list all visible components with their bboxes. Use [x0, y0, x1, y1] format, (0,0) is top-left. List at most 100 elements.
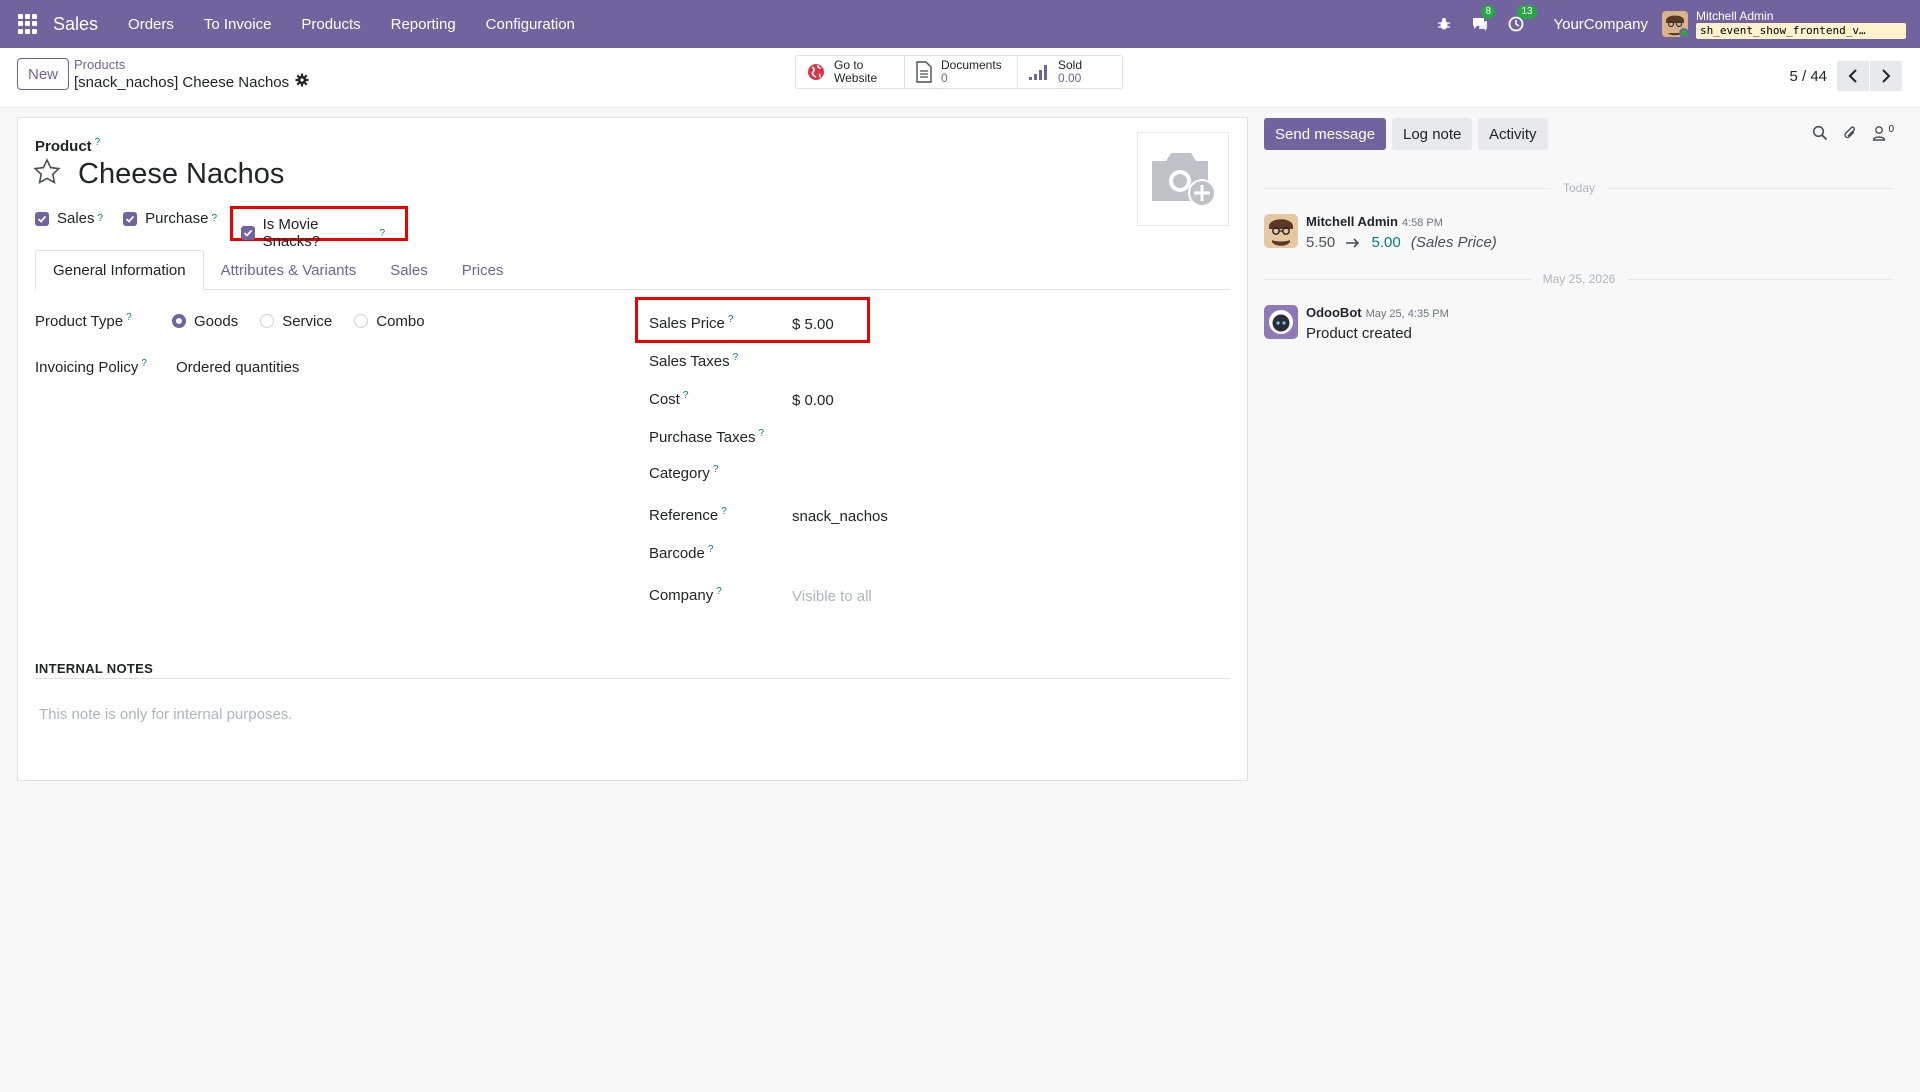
tab-general-information[interactable]: General Information — [35, 250, 204, 291]
chevron-left-icon — [1848, 69, 1857, 83]
pager-value[interactable]: 5 / 44 — [1789, 68, 1827, 85]
go-to-website-button[interactable]: Go to Website — [796, 56, 905, 88]
breadcrumb-products-link[interactable]: Products — [74, 56, 309, 73]
help-tooltip-icon[interactable]: ? — [721, 506, 727, 517]
app-name[interactable]: Sales — [53, 14, 98, 35]
message-header: OdooBot May 25, 4:35 PM — [1306, 305, 1449, 320]
product-name-field[interactable]: Cheese Nachos — [78, 158, 284, 191]
message-body: Product created — [1306, 325, 1412, 342]
odoobot-avatar[interactable] — [1264, 305, 1298, 339]
reference-input[interactable]: snack_nachos — [792, 508, 888, 525]
sold-button[interactable]: Sold 0.00 — [1018, 56, 1122, 88]
invoicing-policy-field: Invoicing Policy? Ordered quantities — [35, 358, 299, 376]
help-tooltip-icon[interactable]: ? — [683, 390, 689, 401]
message-time: May 25, 4:35 PM — [1365, 308, 1449, 320]
cost-input[interactable]: $ 0.00 — [792, 392, 834, 409]
help-tooltip-icon[interactable]: ? — [126, 312, 132, 323]
chatter-tools: 0 — [1798, 124, 1894, 141]
company-switcher[interactable]: YourCompany — [1553, 16, 1648, 33]
category-input[interactable] — [792, 464, 992, 482]
radio-unselected-icon — [260, 314, 275, 328]
help-tooltip-icon[interactable]: ? — [733, 352, 739, 363]
radio-goods[interactable]: Goods — [172, 313, 238, 330]
checkbox-checked-icon — [123, 211, 138, 226]
product-label: Product? — [35, 137, 100, 155]
help-tooltip-icon[interactable]: ? — [716, 586, 722, 597]
sales-taxes-input[interactable] — [792, 352, 992, 370]
apps-menu-icon[interactable] — [18, 14, 38, 34]
database-name: sh_event_show_frontend_v… — [1696, 23, 1906, 39]
company-label-text: Company — [649, 586, 714, 604]
messages-badge: 8 — [1481, 5, 1496, 19]
help-tooltip-icon[interactable]: ? — [758, 428, 764, 439]
activities-badge: 13 — [1517, 5, 1537, 19]
date-separator-may-25: May 25, 2026 — [1264, 271, 1894, 287]
top-navbar: Sales Orders To Invoice Products Reporti… — [0, 0, 1920, 48]
date-separator-label: Today — [1562, 181, 1596, 195]
purchase-taxes-input[interactable] — [792, 428, 992, 446]
internal-notes-editor[interactable]: This note is only for internal purposes. — [39, 706, 292, 723]
radio-service[interactable]: Service — [260, 313, 332, 330]
menu-configuration[interactable]: Configuration — [476, 16, 585, 33]
radio-combo-label: Combo — [376, 312, 425, 330]
sales-price-input[interactable]: $ 5.00 — [792, 316, 834, 333]
menu-products[interactable]: Products — [291, 16, 370, 33]
menu-reporting[interactable]: Reporting — [381, 16, 466, 33]
help-tooltip-icon[interactable]: ? — [728, 314, 734, 325]
product-image-upload[interactable] — [1137, 132, 1229, 226]
help-tooltip-icon[interactable]: ? — [211, 213, 217, 224]
documents-label: Documents — [941, 58, 1002, 72]
purchase-checkbox[interactable]: Purchase? — [123, 210, 217, 227]
date-separator-label: May 25, 2026 — [1542, 272, 1616, 286]
tab-attributes-variants[interactable]: Attributes & Variants — [204, 250, 374, 290]
old-value: 5.50 — [1306, 234, 1336, 251]
help-tooltip-icon[interactable]: ? — [141, 358, 147, 369]
messages-icon[interactable]: 8 — [1469, 5, 1496, 35]
gear-icon[interactable] — [295, 73, 309, 91]
tracked-field-name: (Sales Price) — [1410, 234, 1497, 251]
activities-clock-icon[interactable]: 13 — [1505, 5, 1537, 35]
help-tooltip-icon[interactable]: ? — [98, 213, 104, 224]
search-icon[interactable] — [1812, 125, 1828, 141]
new-button[interactable]: New — [17, 58, 69, 90]
help-tooltip-icon[interactable]: ? — [95, 137, 101, 148]
paperclip-icon[interactable] — [1842, 125, 1858, 141]
message-author[interactable]: OdooBot — [1306, 305, 1362, 320]
signal-bars-icon — [1028, 63, 1050, 81]
pager-previous-button[interactable] — [1837, 61, 1869, 91]
message-author[interactable]: Mitchell Admin — [1306, 214, 1398, 229]
send-message-button[interactable]: Send message — [1264, 118, 1387, 150]
tab-sales[interactable]: Sales — [373, 250, 445, 290]
help-tooltip-icon[interactable]: ? — [708, 544, 714, 555]
user-menu[interactable]: Mitchell Admin sh_event_show_frontend_v… — [1696, 9, 1906, 39]
highlight-box-movie-snacks: Is Movie Snacks?? — [230, 206, 408, 250]
author-avatar[interactable] — [1264, 214, 1298, 248]
tab-prices[interactable]: Prices — [445, 250, 521, 290]
movie-snacks-checkbox[interactable]: Is Movie Snacks?? — [241, 216, 385, 250]
checkbox-checked-icon — [241, 226, 255, 240]
help-tooltip-icon[interactable]: ? — [379, 228, 385, 239]
documents-button[interactable]: Documents 0 — [905, 56, 1018, 88]
menu-orders[interactable]: Orders — [118, 16, 184, 33]
activity-button[interactable]: Activity — [1478, 118, 1548, 150]
sales-price-label: Sales Price? — [649, 314, 792, 332]
form-tabs: General Information Attributes & Variant… — [35, 250, 1230, 291]
menu-to-invoice[interactable]: To Invoice — [194, 16, 282, 33]
cost-label-text: Cost — [649, 390, 680, 408]
pager-next-button[interactable] — [1870, 61, 1902, 91]
help-tooltip-icon[interactable]: ? — [713, 464, 719, 475]
movie-snacks-checkbox-label: Is Movie Snacks? — [262, 216, 321, 250]
company-input[interactable]: Visible to all — [792, 588, 872, 605]
favorite-star-icon[interactable] — [33, 158, 61, 186]
log-note-button[interactable]: Log note — [1392, 118, 1473, 150]
sales-checkbox[interactable]: Sales? — [35, 210, 103, 227]
main-menu: Orders To Invoice Products Reporting Con… — [108, 16, 585, 33]
followers-button[interactable]: 0 — [1872, 124, 1894, 141]
sold-value: 0.00 — [1058, 71, 1082, 85]
radio-combo[interactable]: Combo — [354, 312, 425, 330]
debug-bug-icon[interactable] — [1433, 13, 1455, 35]
invoicing-policy-select[interactable]: Ordered quantities — [176, 359, 299, 376]
purchase-taxes-label: Purchase Taxes? — [649, 428, 792, 446]
user-avatar[interactable] — [1662, 11, 1688, 37]
barcode-input[interactable] — [792, 544, 992, 562]
